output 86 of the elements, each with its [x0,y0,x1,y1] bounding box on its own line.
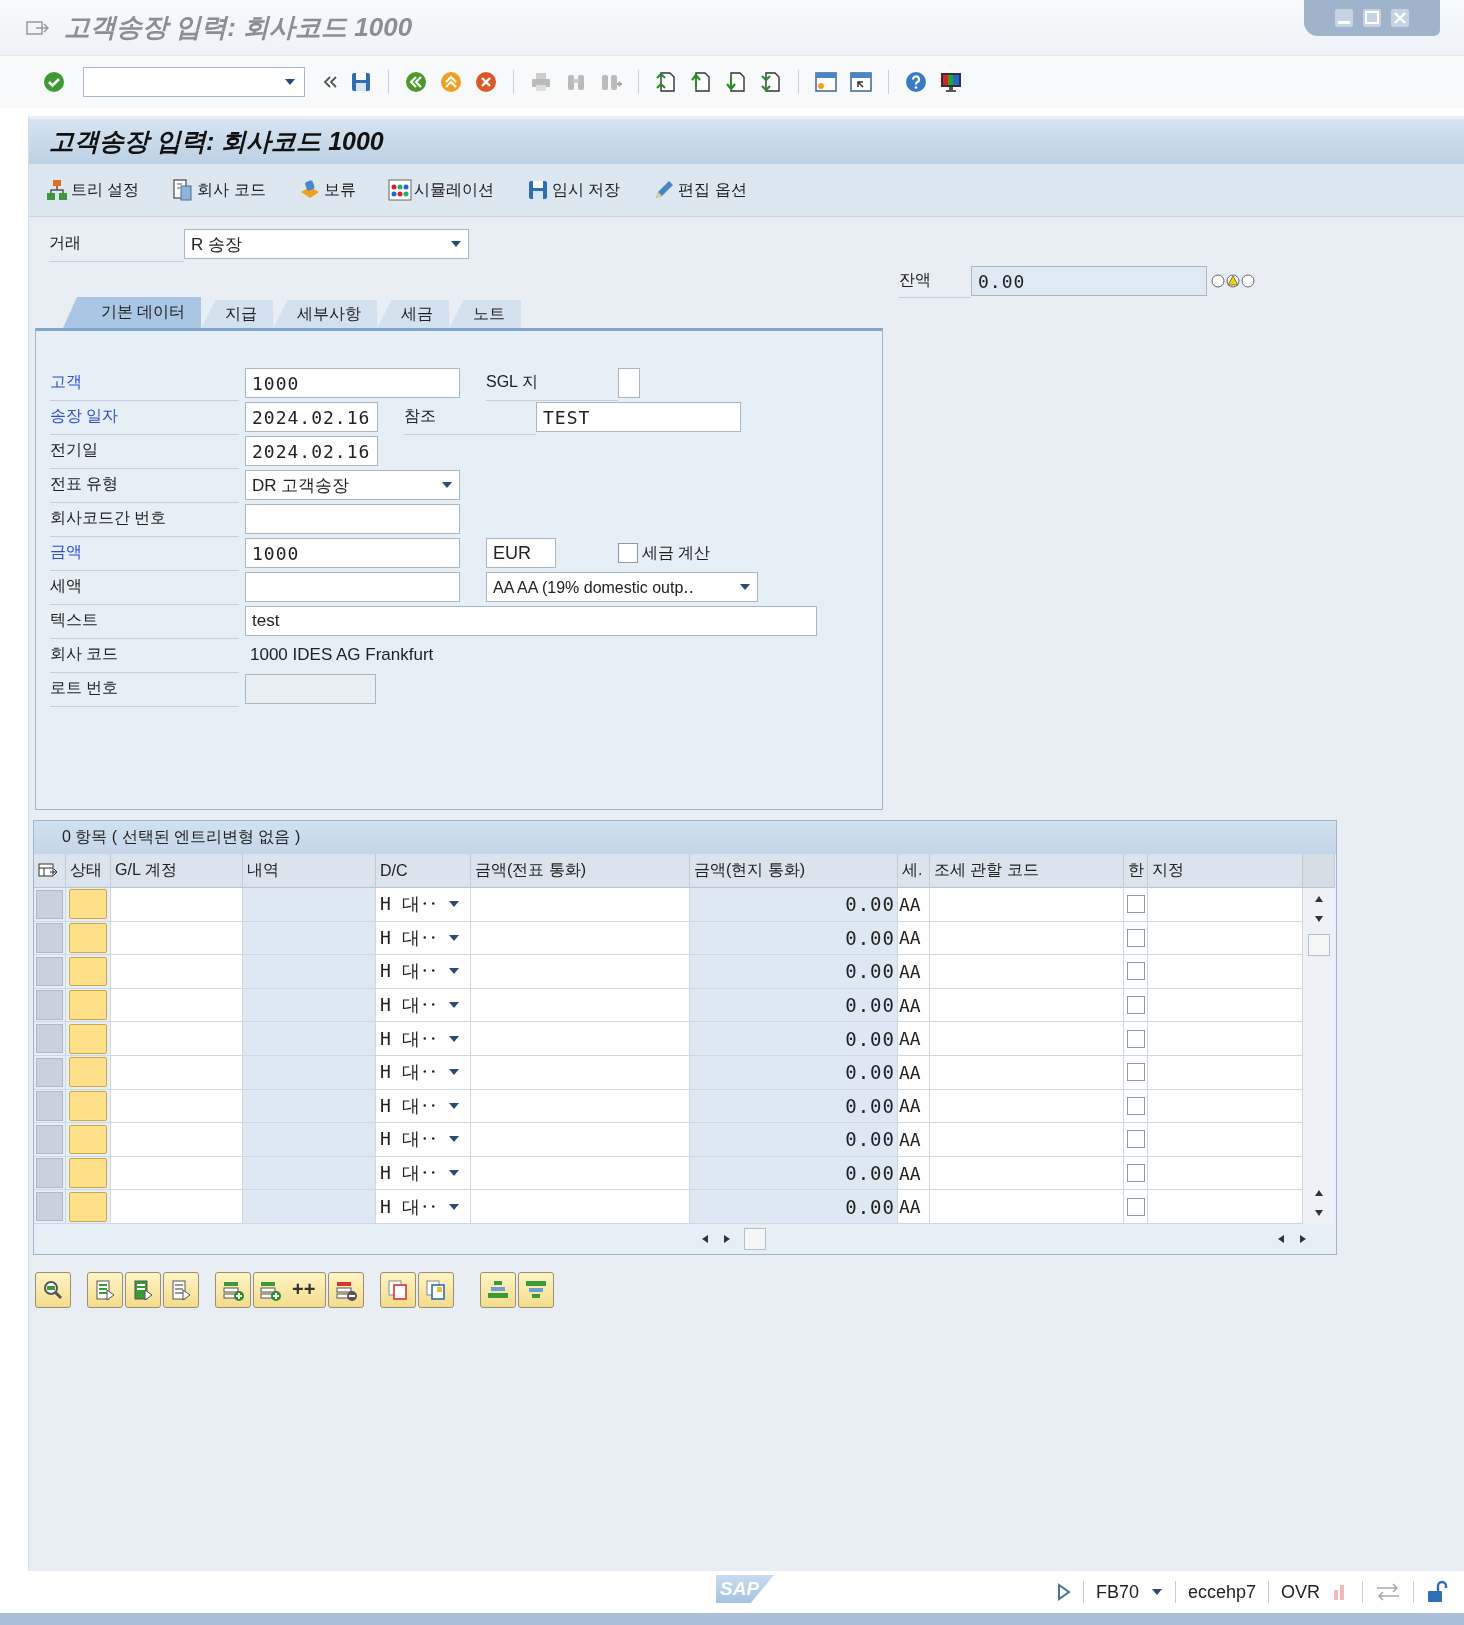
field-label: 거래 [49,233,81,253]
toolbar-button[interactable]: 회사 코드 [169,176,268,204]
transaction-code[interactable]: FB70 [1095,1581,1139,1603]
debit-credit-dropdown[interactable]: H 대‥ [376,1022,471,1056]
input-field[interactable]: 1000 [245,368,460,398]
currency-field[interactable]: EUR [486,538,556,568]
field-label: 회사코드간 번호 [50,508,167,528]
table-title: 0 항목 ( 선택된 엔트리변형 없음 ) [34,821,1336,854]
toolbar-button[interactable]: 보류 [295,176,358,204]
logo: SAP [716,1575,774,1603]
field-label: 텍스트 [50,610,98,630]
field-label: 로트 번호 [50,678,119,698]
insert-lines-button[interactable]: ++ [253,1271,327,1308]
amount-cell: 0.00 [690,1123,898,1157]
debit-credit-dropdown[interactable]: H 대‥ [376,921,471,956]
field-label: 전기일 [50,440,98,460]
amount-cell: 0.00 [690,1089,898,1124]
amount-cell: 0.00 [690,1190,898,1224]
tax-code-cell: AA [898,1089,930,1124]
debit-credit-dropdown[interactable]: H 대‥ [376,1123,471,1157]
toolbar-button[interactable]: 시뮬레이션 [385,176,496,204]
amount-cell: 0.00 [690,1156,898,1191]
column-header[interactable]: D/C [376,854,471,888]
debit-credit-dropdown[interactable]: H 대‥ [376,1055,471,1090]
transaction-dropdown[interactable]: R 송장 [184,229,469,259]
tax-code-cell: AA [898,1156,930,1191]
column-header[interactable]: 지정 [1148,854,1303,888]
input-field[interactable]: test [245,606,817,636]
field-label: SGL 지 [486,372,538,392]
window-title: 고객송장 입력: 회사코드 1000 [64,11,413,44]
tax-code-cell: AA [898,1123,930,1157]
column-header[interactable]: 세. [898,854,930,888]
tax-code-cell: AA [898,1022,930,1056]
toolbar-button[interactable]: 트리 설정 [43,176,142,204]
tab[interactable]: 기본 데이터 [63,297,202,328]
tax-code-dropdown[interactable]: AA AA (19% domestic outp‥ [486,572,758,602]
tab[interactable]: 노트 [449,300,522,328]
debit-credit-dropdown[interactable]: H 대‥ [376,988,471,1023]
tab[interactable]: 지급 [201,300,274,328]
field-value: 1000 IDES AG Frankfurt [249,645,434,665]
field-label: 잔액 [899,270,931,290]
amount-cell: 0.00 [690,888,898,922]
column-header[interactable]: 금액(현지 통화) [690,854,898,888]
column-header[interactable]: 상태 [66,854,111,888]
field-label: 금액 [50,542,82,562]
field-label: 세액 [50,576,82,596]
amount-cell: 0.00 [690,1055,898,1090]
column-header[interactable]: 조세 관할 코드 [930,854,1124,888]
column-header[interactable]: 내역 [243,854,376,888]
debit-credit-dropdown[interactable]: H 대‥ [376,1089,471,1124]
balance-field: 0.00 [971,266,1207,296]
dropdown-field[interactable]: DR 고객송장 [245,470,460,500]
column-header[interactable]: G/L 계정 [111,854,243,888]
debit-credit-dropdown[interactable]: H 대‥ [376,955,471,989]
amount-cell: 0.00 [690,955,898,989]
tab[interactable]: 세부사항 [273,300,378,328]
debit-credit-dropdown[interactable]: H 대‥ [376,888,471,922]
field-label: 참조 [404,406,436,426]
tax-code-cell: AA [898,955,930,989]
input-field[interactable]: TEST [536,402,741,432]
date-field[interactable]: 2024.02.16 [245,402,378,432]
tax-code-cell: AA [898,888,930,922]
checkbox-label: 세금 계산 [642,542,711,563]
field-label: 회사 코드 [50,644,119,664]
insert-mode[interactable]: OVR [1281,1581,1320,1603]
amount-cell: 0.00 [690,921,898,956]
toolbar-button[interactable]: 편집 옵션 [650,176,749,204]
system-name: eccehp7 [1187,1581,1256,1603]
field-label: 송장 일자 [50,406,119,426]
tax-code-cell: AA [898,988,930,1023]
field-label: 전표 유형 [50,474,119,494]
column-header[interactable]: 금액(전표 통화) [471,854,690,888]
toolbar-button[interactable]: 임시 저장 [523,176,623,204]
screen-title: 고객송장 입력: 회사코드 1000 [49,126,384,157]
field-label: 고객 [50,372,82,392]
amount-cell: 0.00 [690,988,898,1023]
input-field[interactable]: 1000 [245,538,460,568]
tab[interactable]: 세금 [377,300,450,328]
date-field[interactable]: 2024.02.16 [245,436,378,466]
debit-credit-dropdown[interactable]: H 대‥ [376,1190,471,1224]
amount-cell: 0.00 [690,1022,898,1056]
tax-code-cell: AA [898,1190,930,1224]
column-header[interactable]: 한 [1124,854,1148,888]
debit-credit-dropdown[interactable]: H 대‥ [376,1156,471,1191]
tax-code-cell: AA [898,1055,930,1090]
tax-code-cell: AA [898,921,930,956]
